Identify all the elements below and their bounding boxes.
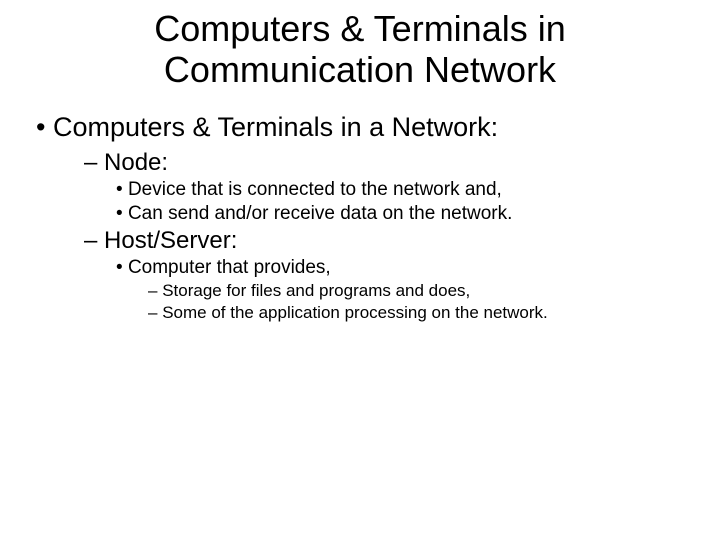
bullet-1-2-1: Computer that provides, xyxy=(116,257,684,279)
bullet-1-2-1-1-text: Storage for files and programs and does, xyxy=(162,281,470,300)
slide: Computers & Terminals in Communication N… xyxy=(0,0,720,540)
bullet-1-1-2: Can send and/or receive data on the netw… xyxy=(116,203,684,225)
bullet-1-1: Node: xyxy=(84,149,684,177)
bullet-1: Computers & Terminals in a Network: xyxy=(36,112,684,143)
title-line-1: Computers & Terminals in xyxy=(154,8,566,49)
bullet-1-2-1-1: Storage for files and programs and does, xyxy=(148,281,684,301)
bullet-1-1-2-text: Can send and/or receive data on the netw… xyxy=(128,203,512,224)
bullet-1-2: Host/Server: xyxy=(84,227,684,255)
title-line-2: Communication Network xyxy=(164,49,556,90)
bullet-1-1-text: Node: xyxy=(104,149,168,176)
slide-body: Computers & Terminals in a Network: Node… xyxy=(36,108,684,325)
bullet-1-2-1-2-text: Some of the application processing on th… xyxy=(162,303,548,322)
bullet-1-1-1: Device that is connected to the network … xyxy=(116,179,684,201)
bullet-1-2-text: Host/Server: xyxy=(104,227,237,254)
bullet-1-2-1-text: Computer that provides, xyxy=(128,257,331,278)
bullet-1-text: Computers & Terminals in a Network: xyxy=(53,112,498,142)
bullet-1-2-1-2: Some of the application processing on th… xyxy=(148,303,684,323)
slide-title: Computers & Terminals in Communication N… xyxy=(0,8,720,91)
bullet-1-1-1-text: Device that is connected to the network … xyxy=(128,179,502,200)
